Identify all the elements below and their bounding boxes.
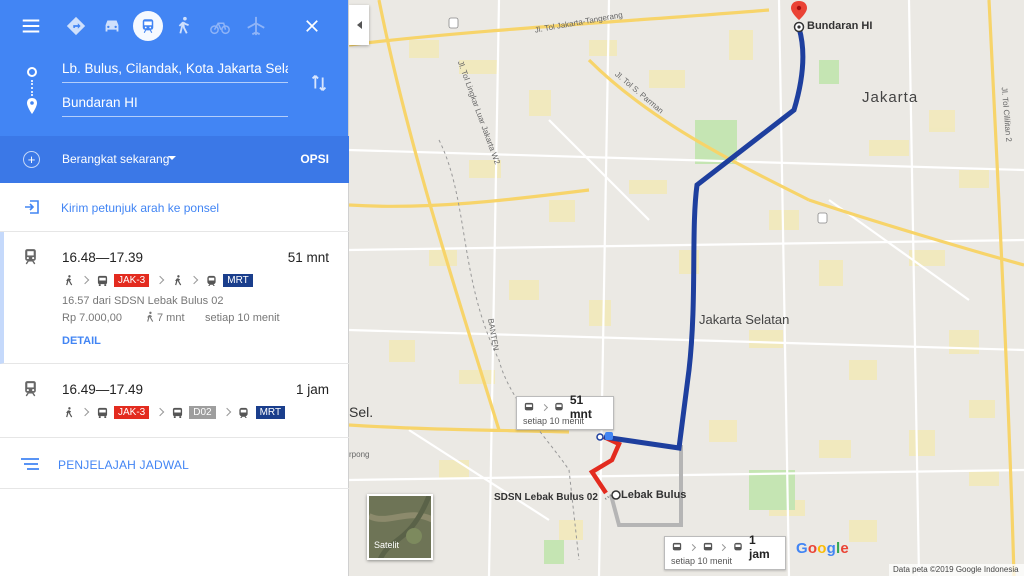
satellite-label: Satelit	[374, 540, 400, 550]
chevron-right-icon	[222, 407, 231, 417]
route-option[interactable]: 16.48—17.39 51 mnt JAK-3 MRT 16.57 dari …	[0, 232, 349, 364]
place-label: Sel.	[349, 404, 374, 420]
google-logo: Google	[796, 540, 849, 557]
walk-icon	[147, 311, 154, 322]
chevron-right-icon	[540, 403, 548, 411]
route-badge: D02	[189, 405, 216, 419]
map-canvas[interactable]: Jl. Tol Jakarta-Tangerang Jl. Tol Lingka…	[349, 0, 1024, 576]
directions-icon[interactable]	[58, 8, 94, 44]
bus-icon	[171, 406, 183, 418]
walk-icon	[62, 406, 74, 418]
route-badge: JAK-3	[114, 273, 150, 287]
walk-icon	[171, 274, 183, 286]
route-badge: MRT	[223, 273, 253, 287]
route-duration: 1 jam	[295, 382, 329, 397]
route-departure-info: 16.57 dari SDSN Lebak Bulus 02	[62, 295, 224, 307]
chevron-right-icon	[155, 275, 165, 285]
route-duration: 51 mnt	[287, 250, 329, 265]
route-time: 16.48—17.39	[62, 250, 144, 265]
destination-row: Bundaran HI	[0, 92, 349, 122]
route-frequency: setiap 10 menit	[205, 312, 280, 324]
route-price: Rp 7.000,00	[62, 312, 122, 324]
road-label: rpong	[349, 450, 370, 459]
subway-icon	[732, 541, 744, 553]
depart-label[interactable]: Berangkat sekarang	[62, 152, 169, 166]
bus-icon	[671, 541, 683, 553]
stop-label[interactable]: SDSN Lebak Bulus 02	[494, 492, 598, 503]
bus-icon	[702, 541, 714, 553]
route-callout[interactable]: 1 jam setiap 10 menit	[664, 533, 786, 570]
menu-icon[interactable]	[13, 8, 49, 44]
place-label: Jakarta	[862, 89, 919, 106]
transit-icon[interactable]	[133, 11, 163, 41]
send-to-phone-row[interactable]: Kirim petunjuk arah ke ponsel	[0, 183, 349, 232]
origin-input[interactable]: Lb. Bulus, Cilandak, Kota Jakarta Selata	[62, 61, 288, 83]
route-callout[interactable]: 51 mnt setiap 10 menit	[516, 393, 614, 430]
bus-icon	[523, 401, 535, 413]
directions-header: Lb. Bulus, Cilandak, Kota Jakarta Selata…	[0, 0, 349, 183]
options-button[interactable]: OPSI	[300, 152, 329, 166]
chevron-right-icon	[155, 407, 165, 417]
destination-pin-icon	[27, 98, 37, 114]
subway-icon	[238, 406, 250, 418]
chevron-left-icon	[356, 21, 362, 29]
satellite-thumbnail	[369, 496, 431, 558]
bike-icon[interactable]	[202, 8, 238, 44]
flight-icon[interactable]	[238, 8, 274, 44]
origin-dot-icon	[27, 67, 37, 77]
chevron-right-icon	[719, 543, 727, 551]
caret-down-icon	[168, 156, 176, 160]
send-to-phone-icon	[25, 200, 39, 214]
subway-icon	[553, 401, 565, 413]
route-walk-time: 7 mnt	[157, 312, 185, 324]
route-steps: JAK-3 MRT	[62, 272, 253, 288]
depart-time-row[interactable]: + Berangkat sekarang OPSI	[0, 136, 349, 183]
chevron-right-icon	[189, 275, 199, 285]
callout-duration: 1 jam	[749, 533, 770, 561]
directions-panel: Lb. Bulus, Cilandak, Kota Jakarta Selata…	[0, 0, 349, 576]
chevron-right-icon	[80, 275, 90, 285]
destination-input[interactable]: Bundaran HI	[62, 95, 288, 117]
train-icon	[25, 381, 36, 397]
walk-icon[interactable]	[166, 8, 202, 44]
origin-row: Lb. Bulus, Cilandak, Kota Jakarta Selata	[0, 58, 349, 88]
route-time: 16.49—17.49	[62, 382, 144, 397]
route-badge: JAK-3	[114, 405, 150, 419]
route-steps: JAK-3 D02 MRT	[62, 404, 286, 420]
swap-icon[interactable]	[308, 72, 330, 94]
bus-icon	[96, 274, 108, 286]
map-attribution[interactable]: Data peta ©2019 Google Indonesia	[889, 564, 1024, 576]
close-icon[interactable]	[294, 8, 330, 44]
origin-label[interactable]: Lebak Bulus	[621, 489, 686, 501]
subway-icon	[205, 274, 217, 286]
destination-label[interactable]: Bundaran HI	[807, 20, 872, 32]
chevron-right-icon	[80, 407, 90, 417]
bus-icon	[96, 406, 108, 418]
collapse-panel-button[interactable]	[349, 5, 369, 45]
place-label: Jakarta Selatan	[699, 312, 790, 327]
route-option[interactable]: 16.49—17.49 1 jam JAK-3 D02 MRT	[0, 364, 349, 438]
route-badge: MRT	[255, 405, 286, 419]
add-icon: +	[23, 151, 40, 168]
schedule-explorer-row[interactable]: PENJELAJAH JADWAL	[0, 438, 349, 489]
schedule-icon	[21, 458, 39, 470]
car-icon[interactable]	[94, 8, 130, 44]
train-icon	[25, 249, 36, 265]
schedule-explorer-link[interactable]: PENJELAJAH JADWAL	[58, 458, 189, 472]
walk-icon	[62, 274, 74, 286]
chevron-right-icon	[688, 543, 696, 551]
satellite-toggle[interactable]: Satelit	[367, 494, 433, 560]
route-details-link[interactable]: DETAIL	[62, 335, 101, 347]
map-base	[349, 0, 1024, 576]
send-to-phone-link[interactable]: Kirim petunjuk arah ke ponsel	[61, 201, 219, 215]
